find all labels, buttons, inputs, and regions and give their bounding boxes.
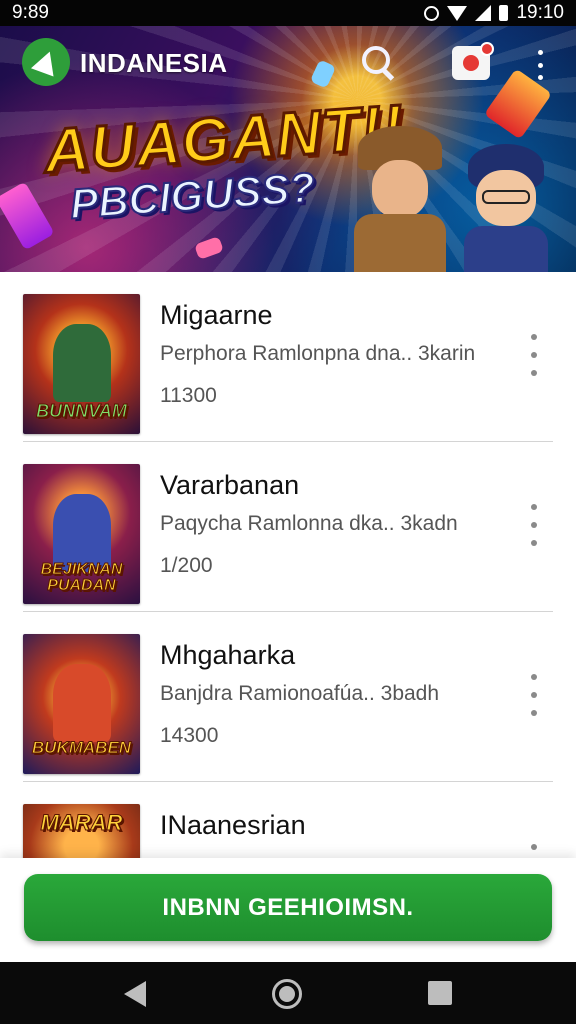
status-bar: 9:89 19:10: [0, 0, 576, 26]
home-icon[interactable]: [272, 979, 302, 1009]
list-item[interactable]: BUKMABEN Mhgaharka Banjdra Ramionoafúa..…: [0, 612, 576, 782]
item-title: Mhgaharka: [160, 640, 296, 670]
record-icon: [463, 55, 479, 71]
lightning-icon: [30, 47, 62, 77]
item-title: Migaarne: [160, 300, 273, 330]
status-time-right: 19:10: [516, 2, 564, 23]
character-explorer: [346, 126, 454, 272]
hero-banner[interactable]: INDANESIA AUAGANT!! PBCIGUSS?: [0, 26, 576, 272]
recents-icon[interactable]: [428, 981, 452, 1005]
app-name: INDANESIA: [80, 48, 228, 78]
back-icon[interactable]: [124, 981, 146, 1007]
item-count: 11300: [160, 384, 217, 407]
game-thumbnail[interactable]: BUKMABEN: [23, 634, 140, 774]
list-item[interactable]: BEJIKNAN PUADAN Vararbanan Paqycha Ramlo…: [0, 442, 576, 612]
overflow-menu-icon[interactable]: [527, 674, 541, 716]
game-thumbnail[interactable]: MARAR: [23, 804, 140, 858]
overflow-menu-icon[interactable]: [527, 334, 541, 376]
item-count: 14300: [160, 724, 219, 747]
item-title: Vararbanan: [160, 470, 300, 500]
more-options-button[interactable]: [534, 50, 546, 80]
status-time-left: 9:89: [12, 2, 49, 23]
character-boy: [458, 144, 554, 272]
game-thumbnail[interactable]: BUNNVAM: [23, 294, 140, 434]
item-subtitle: Paqycha Ramlonna dka.. 3kadn: [160, 512, 458, 535]
bottom-action-bar: INBNN GEEHIOIMSN.: [0, 858, 576, 962]
overflow-menu-icon[interactable]: [527, 504, 541, 546]
notification-dot: [480, 42, 494, 56]
game-thumbnail[interactable]: BEJIKNAN PUADAN: [23, 464, 140, 604]
item-count: 1/200: [160, 554, 213, 577]
search-button[interactable]: [358, 42, 398, 82]
wifi-icon: [447, 5, 468, 21]
list-item[interactable]: BUNNVAM Migaarne Perphora Ramlonpna dna.…: [0, 272, 576, 442]
signal-icon: [475, 5, 492, 21]
video-button[interactable]: [452, 42, 494, 80]
list-item[interactable]: MARAR INaanesrian: [0, 782, 576, 858]
item-subtitle: Banjdra Ramionoafúa.. 3badh: [160, 682, 440, 705]
app-logo[interactable]: [22, 38, 70, 86]
item-title: INaanesrian: [160, 810, 306, 840]
item-subtitle: Perphora Ramlonpna dna.. 3karin: [160, 342, 476, 365]
overflow-menu-icon[interactable]: [527, 844, 541, 858]
primary-action-button[interactable]: INBNN GEEHIOIMSN.: [24, 874, 552, 941]
battery-icon: [499, 5, 509, 21]
alarm-icon: [424, 5, 440, 21]
system-navigation-bar: [0, 962, 576, 1024]
game-list: BUNNVAM Migaarne Perphora Ramlonpna dna.…: [0, 272, 576, 858]
status-icons: 19:10: [424, 2, 564, 24]
